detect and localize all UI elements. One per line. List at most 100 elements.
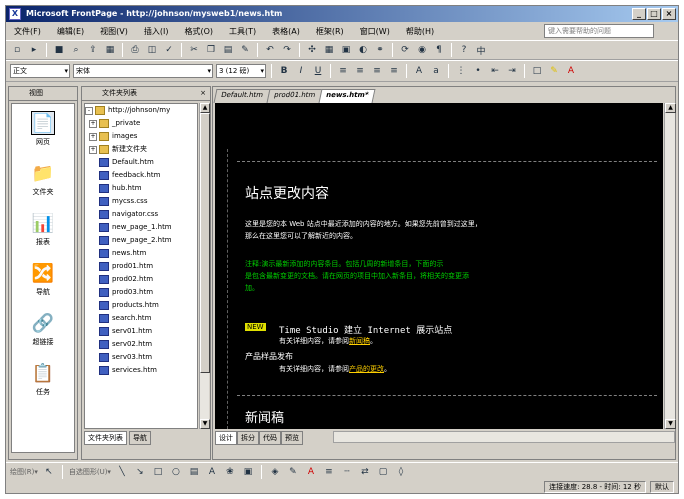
horizontal-scrollbar[interactable] — [333, 431, 675, 443]
line-icon[interactable]: ╲ — [115, 465, 129, 479]
file-item[interactable]: prod01.htm — [85, 260, 197, 273]
help-search-input[interactable]: 键入需要帮助的问题 — [544, 24, 654, 38]
justify-icon[interactable]: ≡ — [387, 64, 401, 78]
close-button[interactable]: × — [662, 8, 676, 20]
file-item[interactable]: search.htm — [85, 312, 197, 325]
increase-indent-icon[interactable]: ⇥ — [505, 64, 519, 78]
view-folders[interactable]: 📁 文件夹 — [12, 154, 74, 204]
menu-frames[interactable]: 框架(R) — [314, 25, 346, 38]
file-item[interactable]: hub.htm — [85, 182, 197, 195]
spelling-icon[interactable]: ✓ — [162, 43, 176, 57]
menu-view[interactable]: 视图(V) — [98, 25, 130, 38]
file-item[interactable]: news.htm — [85, 247, 197, 260]
file-item[interactable]: new_page_2.htm — [85, 234, 197, 247]
maximize-button[interactable]: □ — [647, 8, 661, 20]
oval-icon[interactable]: ○ — [169, 465, 183, 479]
refresh-icon[interactable]: ⟳ — [398, 43, 412, 57]
file-item[interactable]: products.htm — [85, 299, 197, 312]
border-icon[interactable]: □ — [530, 64, 544, 78]
scroll-thumb[interactable] — [200, 113, 210, 373]
shadow-icon[interactable]: ▢ — [376, 465, 390, 479]
file-item[interactable]: prod03.htm — [85, 286, 197, 299]
cut-icon[interactable]: ✂ — [187, 43, 201, 57]
file-item[interactable]: navigator.css — [85, 208, 197, 221]
draw-menu[interactable]: 绘图(R)▾ — [10, 467, 38, 477]
format-painter-icon[interactable]: ✎ — [238, 43, 252, 57]
font-color-icon[interactable]: A — [564, 64, 578, 78]
rectangle-icon[interactable]: □ — [151, 465, 165, 479]
tab-folder-list[interactable]: 文件夹列表 — [84, 431, 127, 445]
menu-tools[interactable]: 工具(T) — [227, 25, 258, 38]
menu-insert[interactable]: 插入(I) — [142, 25, 171, 38]
textbox-icon[interactable]: ▤ — [187, 465, 201, 479]
align-left-icon[interactable]: ≡ — [336, 64, 350, 78]
text-color-icon[interactable]: A — [304, 465, 318, 479]
underline-button[interactable]: U — [311, 64, 325, 78]
3d-icon[interactable]: ◊ — [394, 465, 408, 479]
select-arrow-icon[interactable]: ↖ — [42, 465, 56, 479]
bullet-list-icon[interactable]: • — [471, 64, 485, 78]
tab-navigation[interactable]: 导航 — [129, 431, 151, 445]
align-center-icon[interactable]: ≡ — [353, 64, 367, 78]
doc-tab-prod01[interactable]: prod01.htm — [266, 89, 323, 103]
decrease-font-icon[interactable]: a — [429, 64, 443, 78]
align-right-icon[interactable]: ≡ — [370, 64, 384, 78]
file-item[interactable]: mycss.css — [85, 195, 197, 208]
expand-icon[interactable]: + — [89, 145, 97, 154]
view-hyperlinks[interactable]: 🔗 超链接 — [12, 304, 74, 354]
tree-scrollbar[interactable]: ▲ ▼ — [199, 103, 210, 429]
italic-button[interactable]: I — [294, 64, 308, 78]
file-item[interactable]: prod02.htm — [85, 273, 197, 286]
folder-root[interactable]: - http://johnson/my — [85, 104, 197, 117]
menu-edit[interactable]: 编辑(E) — [55, 25, 86, 38]
editor-scrollbar[interactable]: ▲ ▼ — [664, 103, 676, 429]
redo-icon[interactable]: ↷ — [280, 43, 294, 57]
autoshapes-menu[interactable]: 自选图形(U)▾ — [69, 467, 111, 477]
print-icon[interactable]: ⎙ — [128, 43, 142, 57]
bold-button[interactable]: B — [277, 64, 291, 78]
collapse-icon[interactable]: - — [85, 106, 93, 115]
style-select[interactable]: 正文 — [10, 64, 70, 78]
tab-split[interactable]: 拆分 — [237, 431, 259, 445]
publish-icon[interactable]: ⇪ — [86, 43, 100, 57]
open-icon[interactable]: ▸ — [27, 43, 41, 57]
news-release-link[interactable]: 新闻稿 — [349, 337, 370, 345]
scroll-up-icon[interactable]: ▲ — [200, 103, 210, 113]
numbered-list-icon[interactable]: ⋮ — [454, 64, 468, 78]
file-item[interactable]: Default.htm — [85, 156, 197, 169]
file-item[interactable]: feedback.htm — [85, 169, 197, 182]
chinese-convert-icon[interactable]: 中 — [474, 43, 488, 57]
toggle-pane-icon[interactable]: ▦ — [103, 43, 117, 57]
dash-style-icon[interactable]: ┄ — [340, 465, 354, 479]
view-tasks[interactable]: 📋 任务 — [12, 354, 74, 404]
scroll-up-icon[interactable]: ▲ — [665, 103, 676, 113]
drawing-icon[interactable]: ◐ — [356, 43, 370, 57]
file-item[interactable]: serv02.htm — [85, 338, 197, 351]
file-item[interactable]: new_page_1.htm — [85, 221, 197, 234]
view-reports[interactable]: 📊 报表 — [12, 204, 74, 254]
hyperlink-icon[interactable]: ⚭ — [373, 43, 387, 57]
doc-tab-news[interactable]: news.htm* — [318, 89, 376, 103]
line-color-icon[interactable]: ✎ — [286, 465, 300, 479]
view-navigation[interactable]: 🔀 导航 — [12, 254, 74, 304]
view-page[interactable]: 📄 网页 — [12, 104, 74, 154]
copy-icon[interactable]: ❐ — [204, 43, 218, 57]
tab-preview[interactable]: 预览 — [281, 431, 303, 445]
folder-item[interactable]: + _private — [85, 117, 197, 130]
highlight-icon[interactable]: ✎ — [547, 64, 561, 78]
preview-icon[interactable]: ◫ — [145, 43, 159, 57]
fill-color-icon[interactable]: ◈ — [268, 465, 282, 479]
clipart-icon[interactable]: ❀ — [223, 465, 237, 479]
decrease-indent-icon[interactable]: ⇤ — [488, 64, 502, 78]
arrow-icon[interactable]: ↘ — [133, 465, 147, 479]
file-item[interactable]: serv03.htm — [85, 351, 197, 364]
undo-icon[interactable]: ↶ — [263, 43, 277, 57]
tab-design[interactable]: 设计 — [215, 431, 237, 445]
font-select[interactable]: 宋体 — [73, 64, 213, 78]
menu-file[interactable]: 文件(F) — [12, 25, 43, 38]
help-icon[interactable]: ? — [457, 43, 471, 57]
wordart-icon[interactable]: A — [205, 465, 219, 479]
web-component-icon[interactable]: ✣ — [305, 43, 319, 57]
arrow-style-icon[interactable]: ⇄ — [358, 465, 372, 479]
menu-window[interactable]: 窗口(W) — [358, 25, 392, 38]
